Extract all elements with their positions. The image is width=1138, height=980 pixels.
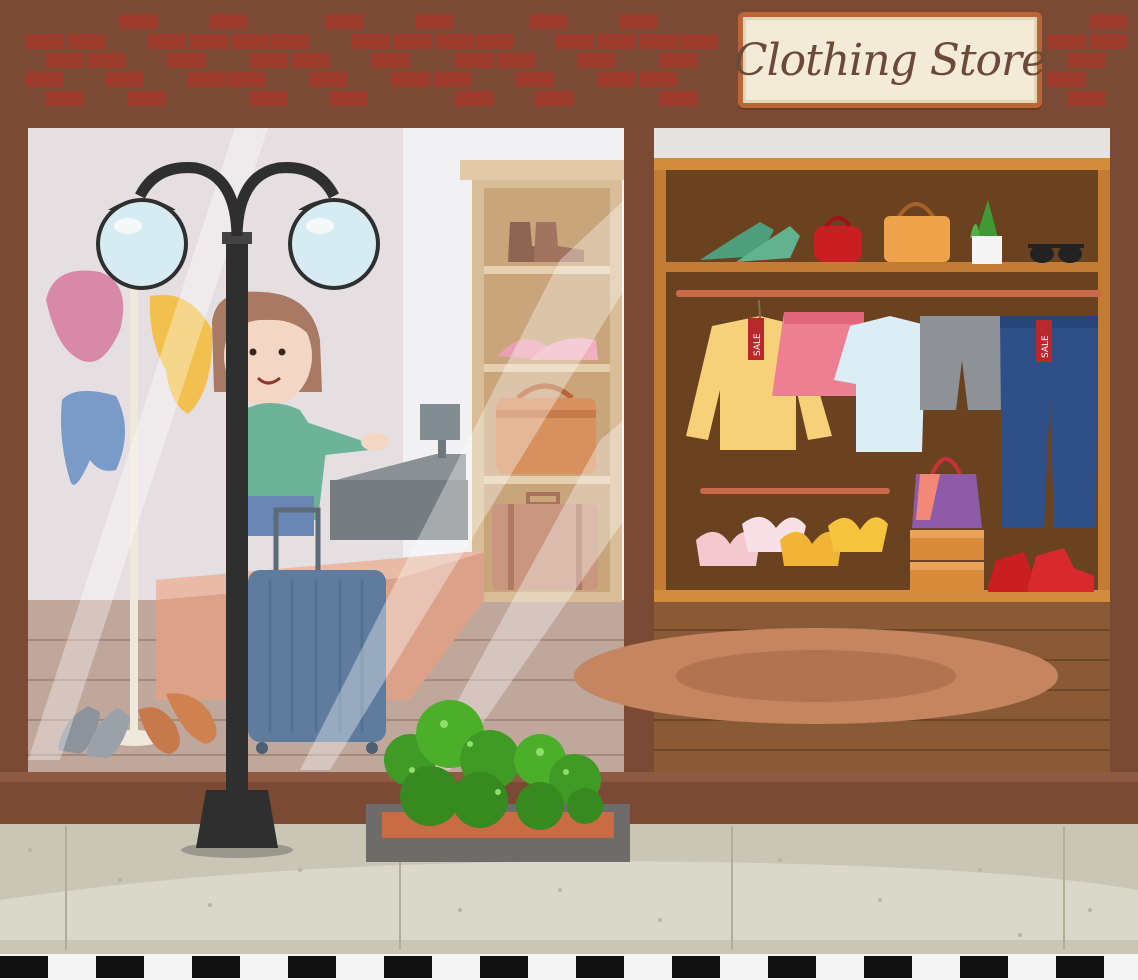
sale-tag-label-2: SALE bbox=[1041, 335, 1051, 358]
sale-tag-jacket: SALE bbox=[748, 318, 764, 360]
clothing-rail-bottom bbox=[700, 488, 890, 494]
left-pillar bbox=[0, 128, 28, 818]
checkered-curb bbox=[0, 954, 1138, 980]
sale-tag-jeans: SALE bbox=[1036, 320, 1052, 362]
store-sign: Clothing Store bbox=[734, 12, 1047, 108]
clothing-store-scene: SALE SALE Clothing Store bbox=[0, 0, 1138, 980]
right-pillar bbox=[1110, 128, 1138, 818]
sale-tag-label-1: SALE bbox=[753, 333, 763, 356]
store-sign-text: Clothing Store bbox=[733, 34, 1047, 86]
center-pillar bbox=[624, 128, 654, 818]
storefront-illustration: SALE SALE bbox=[0, 0, 1138, 980]
clothing-rail-top bbox=[676, 290, 1102, 297]
right-store-interior: SALE SALE bbox=[574, 128, 1110, 773]
lamp-globe-left bbox=[96, 198, 188, 290]
lamp-globe-right bbox=[288, 198, 380, 290]
